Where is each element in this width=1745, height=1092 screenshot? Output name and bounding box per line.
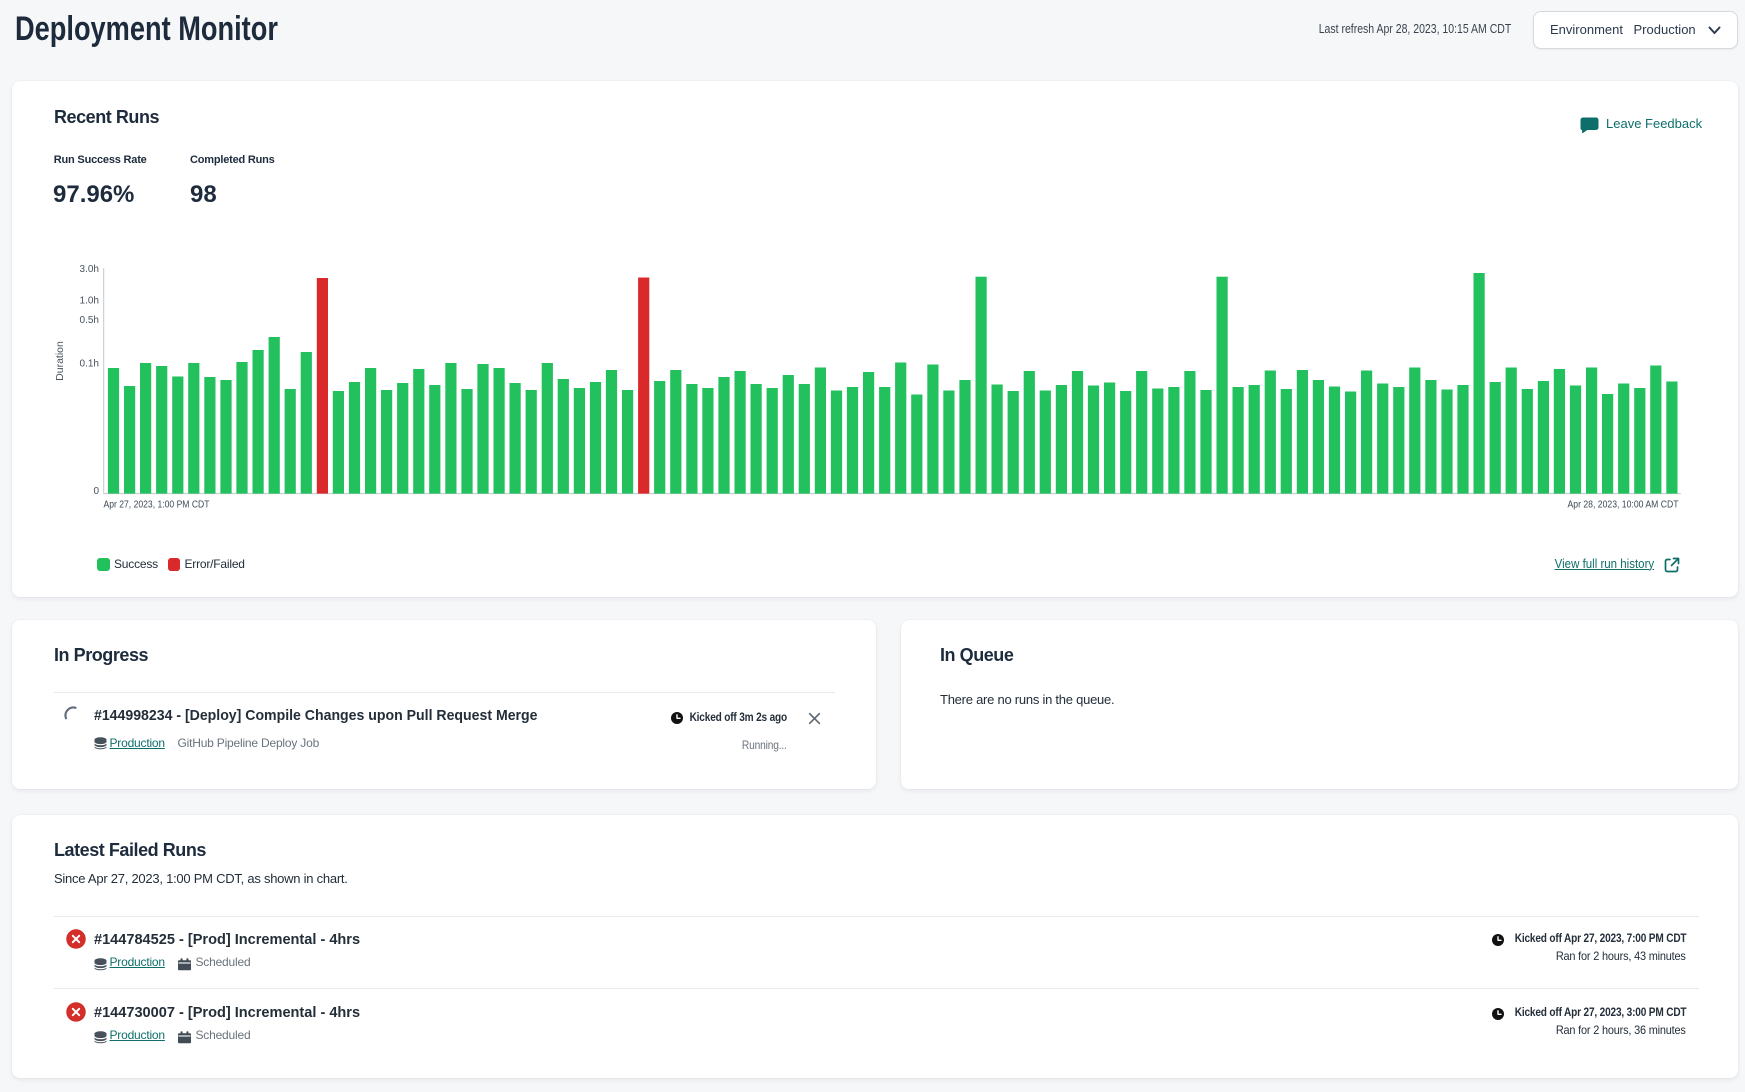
svg-text:Duration: Duration	[54, 341, 66, 381]
svg-text:Apr 28, 2023, 10:00 AM CDT: Apr 28, 2023, 10:00 AM CDT	[1568, 500, 1679, 511]
svg-text:0: 0	[93, 486, 99, 497]
svg-text:1.0h: 1.0h	[80, 296, 99, 307]
svg-text:3.0h: 3.0h	[80, 264, 99, 275]
svg-text:Apr 27, 2023, 1:00 PM CDT: Apr 27, 2023, 1:00 PM CDT	[104, 500, 210, 511]
svg-text:0.5h: 0.5h	[80, 315, 99, 326]
svg-text:0.1h: 0.1h	[80, 359, 99, 370]
